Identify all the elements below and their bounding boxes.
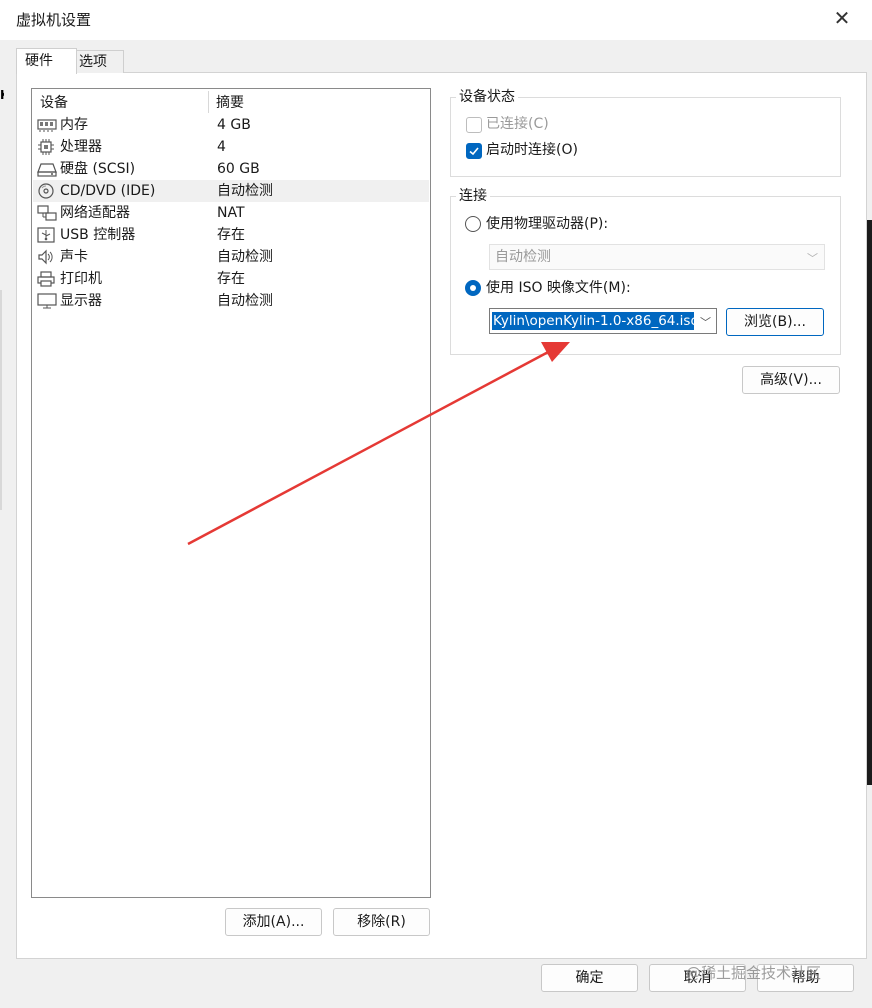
- device-name: 网络适配器: [60, 205, 130, 221]
- device-name: 打印机: [60, 271, 102, 287]
- background-edge-line: [0, 290, 2, 510]
- physical-drive-value: 自动检测: [495, 249, 551, 265]
- device-name: 处理器: [60, 139, 102, 155]
- memory-icon: [37, 117, 57, 133]
- device-name: 硬盘 (SCSI): [60, 161, 136, 177]
- device-row-memory[interactable]: 内存 4 GB: [33, 114, 429, 136]
- chevron-down-icon[interactable]: ﹀: [700, 314, 711, 330]
- speaker-icon: [37, 249, 55, 265]
- iso-path-value: Kylin\openKylin-1.0-x86_64.iso: [492, 312, 694, 330]
- device-name: 内存: [60, 117, 88, 133]
- device-summary: 自动检测: [217, 249, 273, 265]
- device-row-cd-dvd[interactable]: CD/DVD (IDE) 自动检测: [33, 180, 429, 202]
- harddisk-icon: [37, 161, 57, 177]
- connection-legend: 连接: [456, 187, 490, 205]
- connected-checkbox[interactable]: [466, 117, 482, 133]
- device-row-display[interactable]: 显示器 自动检测: [33, 290, 429, 312]
- ok-button[interactable]: 确定: [541, 964, 638, 992]
- physical-drive-select[interactable]: 自动检测 ﹀: [489, 244, 825, 270]
- column-separator[interactable]: [208, 91, 209, 113]
- device-row-processor[interactable]: 处理器 4: [33, 136, 429, 158]
- tab-hardware[interactable]: 硬件: [16, 48, 77, 74]
- remove-device-button[interactable]: 移除(R): [333, 908, 430, 936]
- device-summary: 4: [217, 139, 226, 155]
- device-summary: 4 GB: [217, 117, 251, 133]
- column-header-device[interactable]: 设备: [40, 93, 68, 113]
- device-row-printer[interactable]: 打印机 存在: [33, 268, 429, 290]
- window-title: 虚拟机设置: [16, 11, 92, 29]
- cd-dvd-icon: [37, 183, 55, 199]
- iso-image-label: 使用 ISO 映像文件(M):: [486, 280, 631, 296]
- chevron-down-icon: ﹀: [807, 252, 818, 265]
- device-list[interactable]: 设备 摘要 内存 4 GB 处理器 4 硬盘 (SCSI) 60 GB CD/D…: [31, 88, 431, 898]
- network-icon: [37, 205, 57, 221]
- device-summary: 自动检测: [217, 183, 273, 199]
- connected-label: 已连接(C): [486, 116, 549, 132]
- device-summary: NAT: [217, 205, 245, 221]
- usb-icon: [37, 227, 55, 243]
- device-name: CD/DVD (IDE): [60, 183, 156, 199]
- watermark: @稀土掘金技术社区: [686, 964, 822, 982]
- physical-drive-radio[interactable]: [465, 216, 481, 232]
- device-summary: 存在: [217, 227, 245, 243]
- radio-dot: [470, 285, 476, 291]
- device-row-network[interactable]: 网络适配器 NAT: [33, 202, 429, 224]
- add-device-button[interactable]: 添加(A)...: [225, 908, 322, 936]
- connect-at-power-on-checkbox[interactable]: [466, 143, 482, 159]
- tab-options[interactable]: 选项: [70, 50, 124, 73]
- device-status-legend: 设备状态: [456, 88, 518, 106]
- iso-image-radio[interactable]: [465, 280, 481, 296]
- physical-drive-label: 使用物理驱动器(P):: [486, 216, 609, 232]
- browse-button[interactable]: 浏览(B)...: [726, 308, 824, 336]
- device-name: USB 控制器: [60, 227, 136, 243]
- device-row-harddisk[interactable]: 硬盘 (SCSI) 60 GB: [33, 158, 429, 180]
- title-bar: [0, 0, 872, 40]
- column-header-summary[interactable]: 摘要: [216, 93, 244, 113]
- device-row-usb[interactable]: USB 控制器 存在: [33, 224, 429, 246]
- device-summary: 60 GB: [217, 161, 260, 177]
- processor-icon: [37, 139, 55, 155]
- close-icon[interactable]: ✕: [830, 6, 854, 30]
- device-name: 声卡: [60, 249, 88, 265]
- advanced-button[interactable]: 高级(V)...: [742, 366, 840, 394]
- device-name: 显示器: [60, 293, 102, 309]
- monitor-icon: [37, 293, 57, 309]
- device-summary: 自动检测: [217, 293, 273, 309]
- checkmark-icon: [469, 147, 479, 156]
- printer-icon: [37, 271, 55, 287]
- device-row-sound[interactable]: 声卡 自动检测: [33, 246, 429, 268]
- connect-at-power-on-label: 启动时连接(O): [486, 142, 578, 158]
- device-summary: 存在: [217, 271, 245, 287]
- background-letter: K: [0, 88, 4, 104]
- iso-path-combobox[interactable]: Kylin\openKylin-1.0-x86_64.iso ﹀: [489, 308, 717, 334]
- device-status-group: [450, 97, 841, 177]
